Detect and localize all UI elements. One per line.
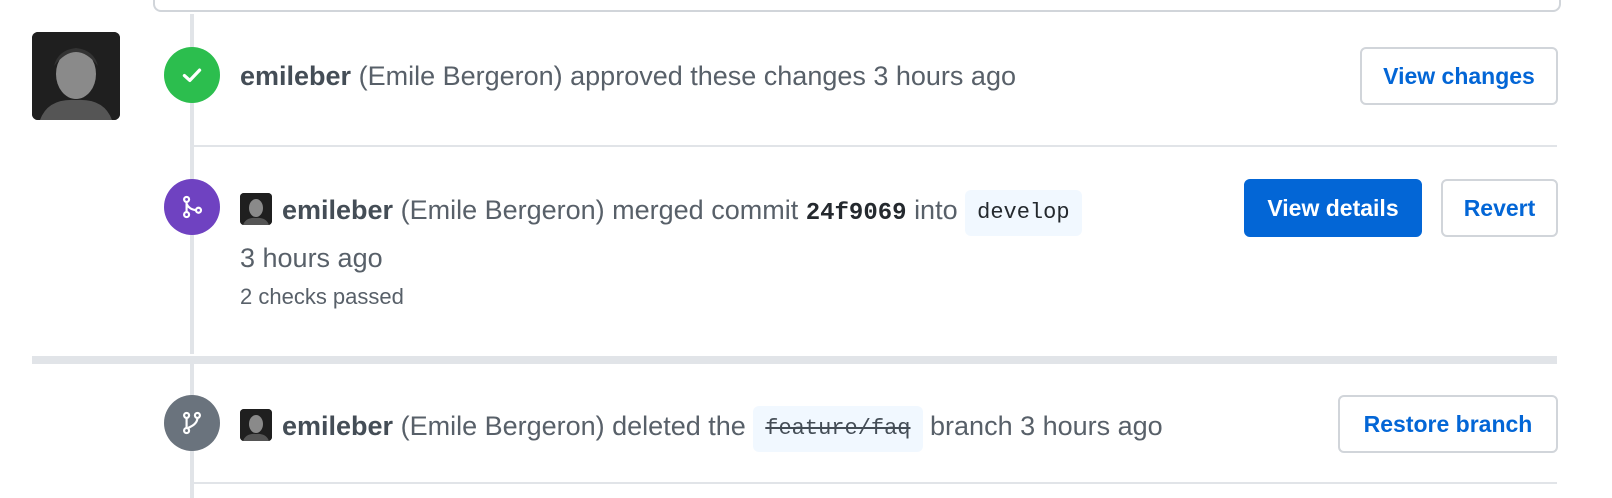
merged-event-text: emileber (Emile Bergeron) merged commit … [240,190,1082,236]
check-icon [182,68,202,83]
deleted-branch-label: feature/faq [753,406,923,452]
avatar-image [240,409,272,441]
into-text: into [914,195,958,225]
deleted-event-text: emileber (Emile Bergeron) deleted the fe… [240,406,1163,452]
revert-button[interactable]: Revert [1441,179,1558,237]
author-link[interactable]: emileber [240,61,351,91]
target-branch-label[interactable]: develop [965,190,1082,236]
restore-branch-button[interactable]: Restore branch [1338,395,1558,453]
checks-status[interactable]: 2 checks passed [240,282,404,312]
avatar[interactable] [240,193,272,225]
divider [194,482,1557,484]
author-link[interactable]: emileber [282,411,393,441]
approved-event-text: emileber (Emile Bergeron) approved these… [240,56,1016,96]
view-changes-button[interactable]: View changes [1360,47,1558,105]
git-merge-icon [183,195,203,219]
merged-badge [164,179,220,235]
author-link[interactable]: emileber [282,195,393,225]
deleted-branch-badge [164,395,220,451]
merged-event-description: (Emile Bergeron) merged commit [400,195,799,225]
deleted-event-description: (Emile Bergeron) deleted the [400,411,746,441]
git-branch-icon [183,411,201,435]
merged-time[interactable]: 3 hours ago [240,238,383,278]
avatar-image [240,193,272,225]
view-details-button[interactable]: View details [1244,179,1422,237]
avatar-image [32,32,120,120]
approved-badge [164,47,220,103]
previous-comment-box [153,0,1561,12]
commit-sha-link[interactable]: 24f9069 [806,200,907,227]
avatar[interactable] [240,409,272,441]
timeline-divider [32,356,1557,364]
approved-event-description: (Emile Bergeron) approved these changes … [358,61,1016,91]
deleted-event-time: branch 3 hours ago [930,411,1163,441]
divider [194,145,1557,147]
avatar[interactable] [32,32,120,120]
